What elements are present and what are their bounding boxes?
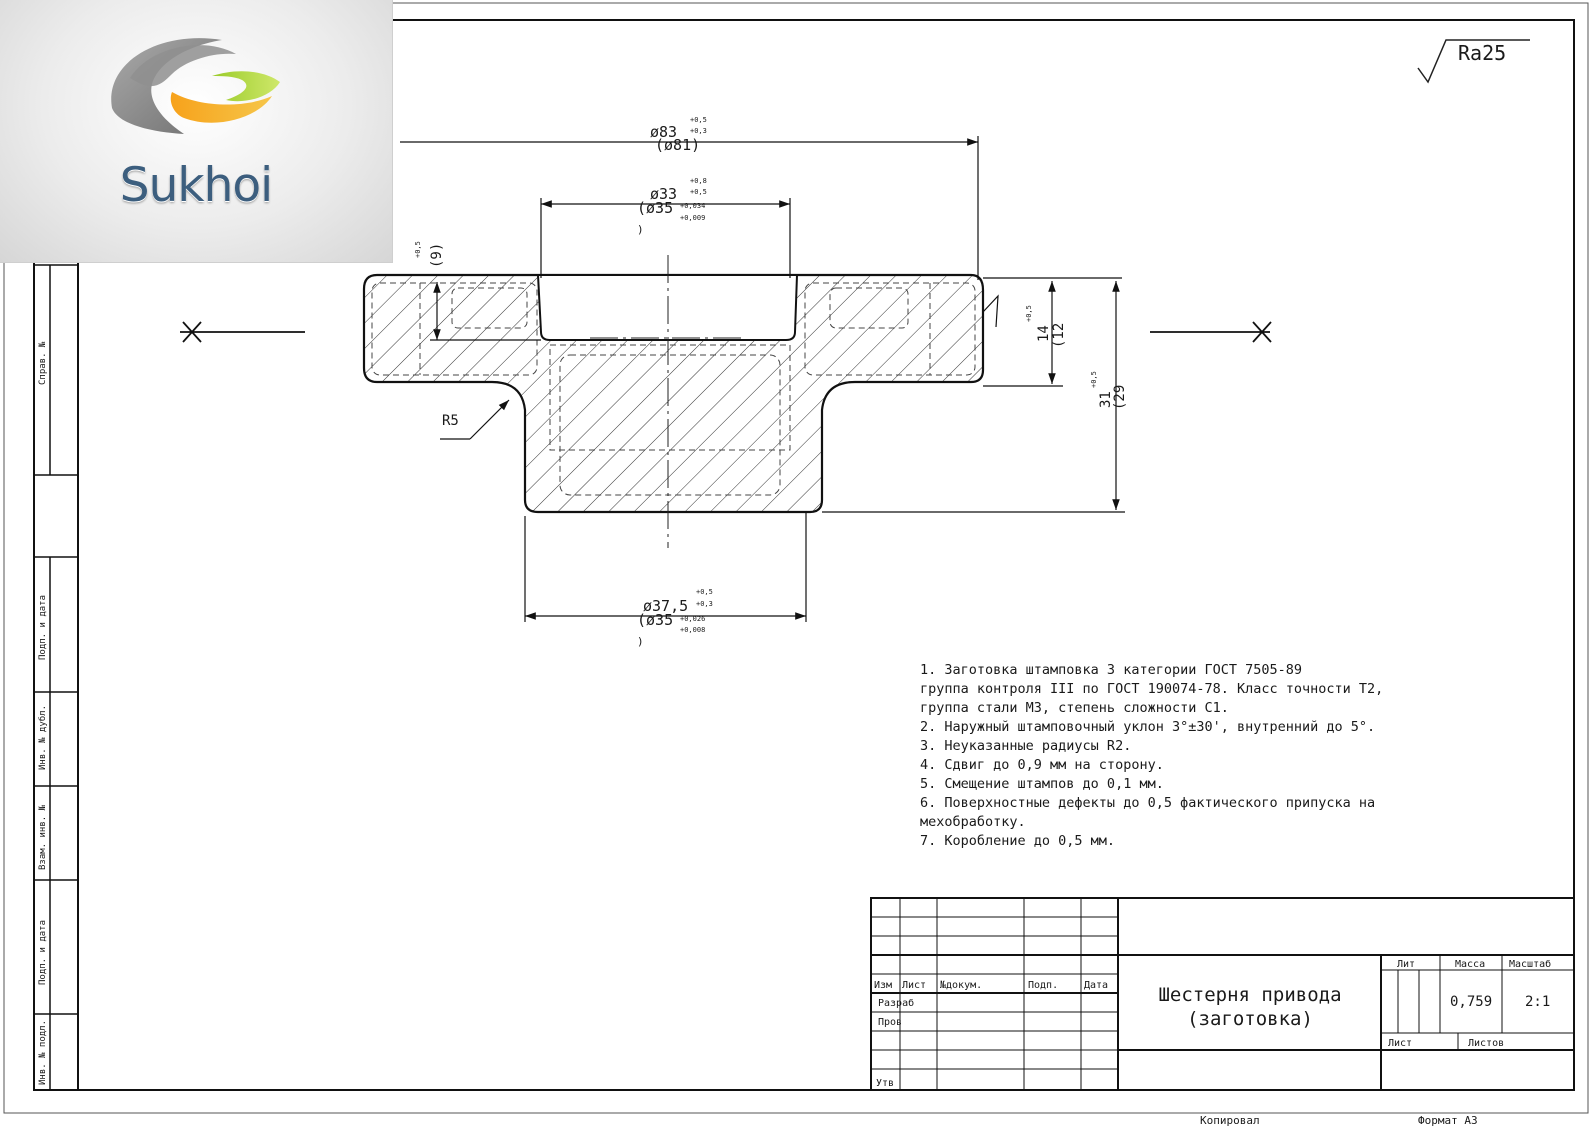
sheet-label: Лист	[1388, 1038, 1412, 1049]
drawing-title: Шестерня привода	[1158, 984, 1341, 1006]
roughness-value: Ra25	[1458, 41, 1506, 65]
outer-tol-lower: +0,3	[690, 127, 707, 135]
bore-tol-ref-lower: +0,009	[680, 214, 705, 222]
outer-diameter-ref: (ø81)	[655, 136, 700, 154]
footer-copied: Копировал	[1200, 1114, 1260, 1127]
hub-tol-lower: +0,3	[696, 600, 713, 608]
roughness-symbol: Ra25	[1417, 39, 1530, 84]
flange-height-ref: (12	[1051, 323, 1067, 348]
outer-tol-upper: +0,5	[690, 116, 707, 124]
note-line: 1. Заготовка штамповка 3 категории ГОСТ …	[920, 662, 1302, 678]
bore-tol-lower: +0,5	[690, 188, 707, 196]
note-line: 5. Смещение штампов до 0,1 мм.	[920, 776, 1164, 792]
col-list: Лист	[902, 980, 926, 991]
note-line: 2. Наружный штамповочный уклон 3°±30', в…	[920, 719, 1375, 735]
bore-tol-upper: +0,8	[690, 177, 707, 185]
col-ndoc: №докум.	[940, 980, 982, 991]
note-line: 3. Неуказанные радиусы R2.	[920, 738, 1131, 754]
side-label-sprav: Справ. №	[38, 341, 48, 385]
row-razrab: Разраб	[878, 997, 914, 1009]
sheets-label: Листов	[1468, 1038, 1504, 1049]
col-data: Дата	[1084, 980, 1108, 991]
side-label-podp-1: Подп. и дата	[38, 595, 48, 660]
flange-height-label: 14	[1036, 325, 1052, 342]
bore-ref-mark: )	[637, 223, 644, 236]
drawing-subtitle: (заготовка)	[1187, 1008, 1313, 1030]
massa-label: Масса	[1455, 959, 1485, 970]
side-label-vzam: Взам. инв. №	[38, 804, 48, 870]
sukhoi-swirl-icon	[111, 38, 280, 134]
hub-ref-mark: )	[637, 635, 644, 648]
flange-tol: +0,5	[1025, 305, 1033, 322]
hub-diameter-ref: (ø35	[637, 611, 673, 629]
scale-label: Масштаб	[1509, 958, 1551, 970]
hub-tol-ref-upper: +0,026	[680, 615, 705, 623]
total-height-ref: (29	[1112, 385, 1128, 410]
recess-tol: +0,5	[414, 241, 422, 258]
note-line: группа контроля III по ГОСТ 190074-78. К…	[920, 681, 1383, 697]
footer-format: Формат А3	[1418, 1114, 1478, 1127]
technical-notes: 1. Заготовка штамповка 3 категории ГОСТ …	[920, 662, 1383, 849]
scale-value: 2:1	[1525, 994, 1550, 1010]
col-podp: Подп.	[1028, 980, 1058, 991]
draft-angle-mark	[982, 294, 999, 328]
side-label-podp-2: Подп. и дата	[38, 920, 48, 985]
total-tol: +0,5	[1090, 371, 1098, 388]
note-line: 7. Коробление до 0,5 мм.	[920, 833, 1115, 849]
note-line: 4. Сдвиг до 0,9 мм на сторону.	[920, 757, 1164, 773]
side-label-inv-dubl: Инв. № дубл.	[37, 705, 48, 770]
hub-tol-ref-lower: +0,008	[680, 626, 705, 634]
col-izm: Изм	[874, 980, 892, 991]
row-prov: Пров	[878, 1017, 902, 1028]
hub-tol-upper: +0,5	[696, 588, 713, 596]
side-label-inv-podl: Инв. № подл.	[38, 1020, 48, 1085]
sukhoi-logo-panel: Sukhoi	[0, 0, 393, 263]
note-line: 6. Поверхностные дефекты до 0,5 фактичес…	[920, 795, 1375, 811]
mass-value: 0,759	[1450, 994, 1492, 1010]
bore-tol-ref-upper: +0,034	[680, 202, 705, 210]
note-line: мехобработку.	[920, 814, 1026, 830]
lit-label: Лит	[1397, 959, 1415, 970]
fillet-radius-label: R5	[442, 413, 459, 429]
row-utv: Утв	[876, 1078, 894, 1089]
bore-diameter-ref: (ø35	[637, 199, 673, 217]
note-line: группа стали М3, степень сложности С1.	[920, 700, 1229, 716]
logo-brand-text: Sukhoi	[119, 158, 273, 213]
recess-depth-label: (9)	[429, 243, 445, 268]
